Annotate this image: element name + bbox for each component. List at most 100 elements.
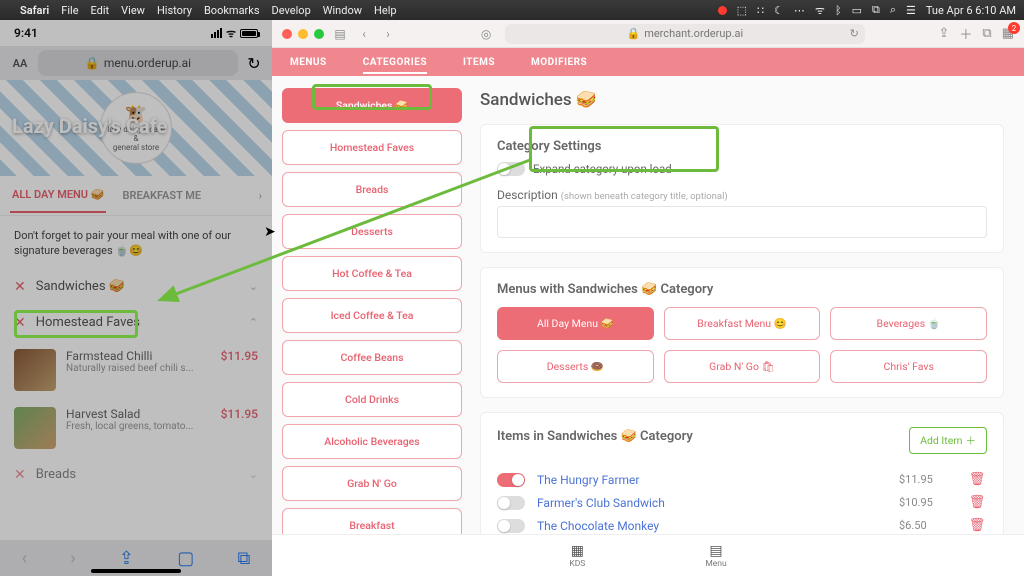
- page-title: Sandwiches 🥪: [480, 90, 1004, 110]
- nav-forward-icon[interactable]: ›: [380, 27, 396, 41]
- add-item-label: Add Item: [920, 434, 962, 447]
- traffic-lights[interactable]: [282, 29, 324, 39]
- sidebar-cat-breads[interactable]: Breads: [282, 172, 462, 207]
- item-price: $6.50: [899, 519, 955, 532]
- expand-toggle[interactable]: [497, 162, 525, 176]
- menubar-window[interactable]: Window: [323, 4, 362, 17]
- chevron-right-icon[interactable]: ›: [259, 189, 262, 202]
- menubar-view[interactable]: View: [121, 4, 145, 17]
- phone-category-sandwiches[interactable]: ✕ Sandwiches 🥪 ⌄: [0, 269, 272, 305]
- reload-icon[interactable]: ↻: [244, 53, 264, 73]
- chip-all-day[interactable]: All Day Menu 🥪: [497, 307, 654, 340]
- menubar-help[interactable]: Help: [374, 4, 397, 17]
- sidebar-cat-desserts[interactable]: Desserts: [282, 214, 462, 249]
- sidebar-cat-coffee-beans[interactable]: Coffee Beans: [282, 340, 462, 375]
- new-tab-icon[interactable]: ＋: [959, 24, 972, 43]
- share-icon[interactable]: ⇪: [938, 26, 949, 41]
- menubar-history[interactable]: History: [157, 4, 192, 17]
- plus-icon: ＋: [966, 433, 977, 448]
- menubar-bookmarks[interactable]: Bookmarks: [204, 4, 260, 17]
- lock-icon: 🔒: [85, 56, 100, 70]
- battery-icon: ▭: [852, 4, 862, 17]
- tab-all-day[interactable]: ALL DAY MENU 🥪: [10, 178, 106, 213]
- item-name-link[interactable]: The Chocolate Monkey: [537, 519, 659, 533]
- tab-menus[interactable]: MENUS: [290, 57, 327, 68]
- text-size-button[interactable]: AA: [8, 57, 32, 70]
- back-icon[interactable]: ‹: [22, 548, 27, 569]
- ios-time: 9:41: [14, 26, 38, 40]
- reload-icon[interactable]: ↻: [850, 27, 859, 40]
- status-icon: ∷: [757, 4, 764, 17]
- bottom-tab-label: Menu: [705, 559, 726, 569]
- sidebar-cat-iced-coffee[interactable]: Iced Coffee & Tea: [282, 298, 462, 333]
- bottom-tab-kds[interactable]: ▦ KDS: [569, 543, 585, 569]
- sidebar-cat-homestead[interactable]: Homestead Faves: [282, 130, 462, 165]
- phone-category-label: Breads: [36, 467, 76, 482]
- tabs-icon[interactable]: ⧉: [237, 548, 250, 569]
- item-toggle[interactable]: [497, 496, 525, 510]
- trash-icon[interactable]: 🗑: [967, 472, 987, 487]
- chip-grab-n-go[interactable]: Grab N' Go 🛍: [664, 350, 821, 383]
- menubar-develop[interactable]: Develop: [272, 4, 311, 17]
- battery-icon: [240, 29, 258, 38]
- sidebar-cat-hot-coffee[interactable]: Hot Coffee & Tea: [282, 256, 462, 291]
- chip-chris-favs[interactable]: Chris' Favs: [830, 350, 987, 383]
- status-icon: ☾: [774, 4, 784, 17]
- safari-address-bar[interactable]: ◎ 🔒 merchant.orderup.ai ↻: [505, 24, 865, 44]
- chip-beverages[interactable]: Beverages 🍵: [830, 307, 987, 340]
- store-hero: Lazy Daisy's Cafe 🐮 lazy daisy's café & …: [0, 80, 272, 176]
- control-center-icon[interactable]: ☰: [906, 4, 916, 17]
- item-name-link[interactable]: Farmer's Club Sandwich: [537, 496, 665, 510]
- sidebar-cat-sandwiches[interactable]: Sandwiches 🥪: [282, 88, 462, 123]
- trash-icon[interactable]: 🗑: [967, 495, 987, 510]
- merchant-top-tabs: MENUS CATEGORIES ITEMS MODIFIERS: [272, 48, 1024, 76]
- nav-back-icon[interactable]: ‹: [356, 27, 372, 41]
- item-name: Harvest Salad: [66, 407, 211, 421]
- item-row: The Chocolate Monkey $6.50 🗑: [497, 510, 987, 533]
- forward-icon[interactable]: ›: [70, 548, 75, 569]
- expand-label: Expand category upon load: [533, 162, 672, 176]
- sidebar-icon[interactable]: ▤: [332, 27, 348, 41]
- tab-modifiers[interactable]: MODIFIERS: [531, 57, 587, 68]
- tab-breakfast[interactable]: BREAKFAST ME: [120, 179, 203, 212]
- item-name-link[interactable]: The Hungry Farmer: [537, 473, 639, 487]
- ios-url-field[interactable]: 🔒 menu.orderup.ai: [38, 50, 238, 76]
- search-icon[interactable]: ⌕: [890, 3, 896, 17]
- description-input[interactable]: [497, 206, 987, 238]
- show-tabs-icon[interactable]: ⧉: [982, 26, 991, 41]
- item-toggle[interactable]: [497, 473, 525, 487]
- safari-toolbar: ▤ ‹ › ◎ 🔒 merchant.orderup.ai ↻ ⇪ ＋ ⧉ ▦2: [272, 20, 1024, 48]
- phone-category-breads[interactable]: ✕ Breads ⌄: [0, 457, 272, 493]
- phone-item-row[interactable]: Harvest Salad Fresh, local greens, tomat…: [0, 399, 272, 457]
- menubar-clock: Tue Apr 6 6:10 AM: [926, 4, 1016, 17]
- menubar-edit[interactable]: Edit: [91, 4, 110, 17]
- phone-category-homestead[interactable]: ✕ Homestead Faves ⌃: [0, 305, 272, 341]
- bottom-tab-label: KDS: [569, 559, 585, 569]
- privacy-icon[interactable]: ◎: [481, 27, 491, 41]
- chip-desserts[interactable]: Desserts 🍩: [497, 350, 654, 383]
- category-settings-card: Category Settings Expand category upon l…: [480, 124, 1004, 253]
- chip-breakfast[interactable]: Breakfast Menu 😊: [664, 307, 821, 340]
- description-label: Description (shown beneath category titl…: [497, 188, 987, 202]
- bottom-tab-menu[interactable]: ▤ Menu: [705, 543, 726, 569]
- fork-knife-icon: ✕: [14, 279, 26, 295]
- sidebar-cat-grab-n-go[interactable]: Grab N' Go: [282, 466, 462, 501]
- phone-item-row[interactable]: Farmstead Chilli Naturally raised beef c…: [0, 341, 272, 399]
- menus-membership-card: Menus with Sandwiches 🥪 Category All Day…: [480, 267, 1004, 398]
- add-item-button[interactable]: Add Item ＋: [909, 427, 987, 454]
- trash-icon[interactable]: 🗑: [967, 518, 987, 533]
- sidebar-cat-cold-drinks[interactable]: Cold Drinks: [282, 382, 462, 417]
- menubar-file[interactable]: File: [61, 4, 78, 17]
- item-toggle[interactable]: [497, 519, 525, 533]
- sidebar-cat-breakfast[interactable]: Breakfast: [282, 508, 462, 534]
- extension-icon[interactable]: ▦2: [1002, 26, 1014, 41]
- bookmarks-icon[interactable]: ▢: [177, 548, 194, 569]
- bottom-tab-bar: ▦ KDS ▤ Menu: [272, 534, 1024, 576]
- tab-items[interactable]: ITEMS: [463, 57, 495, 68]
- sidebar-cat-alcoholic[interactable]: Alcoholic Beverages: [282, 424, 462, 459]
- description-hint: (shown beneath category title, optional): [561, 191, 728, 202]
- share-icon[interactable]: ⇪: [119, 548, 134, 569]
- menubar-app[interactable]: Safari: [20, 4, 49, 17]
- ios-bottom-toolbar: ‹ › ⇪ ▢ ⧉: [0, 540, 272, 576]
- tab-categories[interactable]: CATEGORIES: [363, 57, 427, 74]
